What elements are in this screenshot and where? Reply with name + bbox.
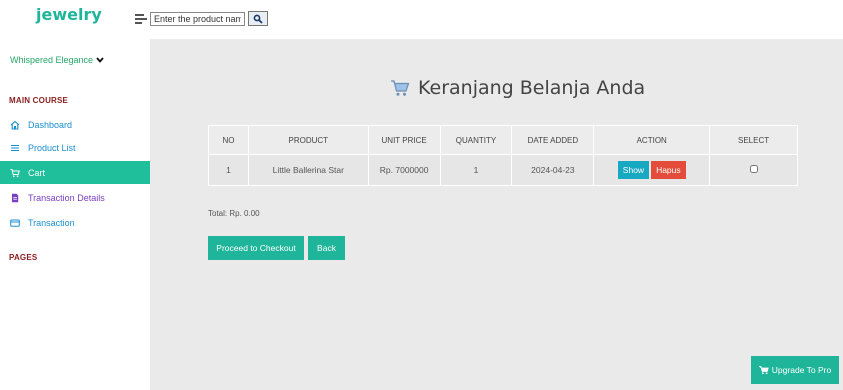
column-header-product: PRODUCT: [247, 125, 369, 155]
upgrade-to-pro-button[interactable]: Upgrade To Pro: [751, 356, 839, 384]
sidebar-item-label: Transaction: [28, 217, 75, 228]
page-title: Keranjang Belanja Anda: [390, 77, 645, 99]
search-input[interactable]: [150, 12, 245, 26]
select-checkbox[interactable]: [749, 165, 758, 173]
show-button[interactable]: Show: [617, 161, 650, 179]
cart-icon: [758, 366, 769, 375]
document-icon: [10, 193, 20, 203]
column-header-date-added: DATE ADDED: [511, 125, 595, 155]
column-header-action: ACTION: [593, 125, 711, 155]
sidebar-item-label: Transaction Details: [28, 192, 105, 203]
page-title-text: Keranjang Belanja Anda: [418, 77, 646, 99]
sidebar-item-cart[interactable]: Cart: [0, 161, 150, 184]
search-button[interactable]: [248, 11, 268, 26]
column-header-unit-price: UNIT PRICE: [367, 125, 441, 155]
section-title-pages: PAGES: [9, 253, 38, 262]
cell-unit-price: Rp. 7000000: [367, 154, 441, 186]
search-icon: [253, 14, 263, 24]
shopping-cart-icon: [391, 80, 410, 96]
section-title-main-course: MAIN COURSE: [9, 96, 69, 105]
cell-quantity: 1: [439, 154, 513, 186]
sidebar-item-dashboard[interactable]: Dashboard: [0, 113, 150, 136]
top-header: jewelry: [0, 0, 843, 39]
main-content: Keranjang Belanja Anda NO PRODUCT UNIT P…: [150, 39, 843, 390]
column-header-no: NO: [208, 125, 249, 155]
cart-icon: [10, 168, 20, 178]
credit-card-icon: [10, 218, 20, 228]
sidebar-item-label: Cart: [28, 167, 46, 178]
cart-total: Total: Rp. 0.00: [208, 209, 260, 218]
sidebar-item-label: Product List: [28, 142, 76, 153]
delete-button[interactable]: Hapus: [651, 161, 686, 179]
home-icon: [10, 120, 20, 130]
user-name: Whispered Elegance: [10, 55, 94, 65]
chevron-down-icon: [96, 57, 104, 63]
sidebar-item-label: Dashboard: [28, 119, 73, 130]
cell-date-added: 2024-04-23: [511, 154, 595, 186]
column-header-select: SELECT: [709, 125, 798, 155]
cell-action: Show Hapus: [593, 154, 711, 186]
brand-logo[interactable]: jewelry: [36, 5, 102, 24]
sidebar-item-transaction[interactable]: Transaction: [0, 211, 150, 234]
table-row: 1 Little Ballerina Star Rp. 7000000 1 20…: [208, 154, 798, 186]
table-header-row: NO PRODUCT UNIT PRICE QUANTITY DATE ADDE…: [208, 125, 798, 155]
sidebar: Whispered Elegance MAIN COURSE Dashboard…: [0, 39, 150, 390]
user-dropdown[interactable]: Whispered Elegance: [10, 55, 104, 65]
sidebar-item-product-list[interactable]: Product List: [0, 136, 150, 159]
list-icon: [10, 143, 20, 153]
proceed-to-checkout-button[interactable]: Proceed to Checkout: [208, 236, 304, 260]
menu-toggle-icon[interactable]: [135, 14, 147, 24]
upgrade-label: Upgrade To Pro: [771, 365, 832, 375]
back-button[interactable]: Back: [308, 236, 345, 260]
sidebar-item-transaction-details[interactable]: Transaction Details: [0, 186, 150, 209]
column-header-quantity: QUANTITY: [439, 125, 513, 155]
cart-table: NO PRODUCT UNIT PRICE QUANTITY DATE ADDE…: [208, 125, 798, 186]
cell-no: 1: [208, 154, 249, 186]
cell-select: [709, 154, 798, 186]
cell-product: Little Ballerina Star: [247, 154, 369, 186]
